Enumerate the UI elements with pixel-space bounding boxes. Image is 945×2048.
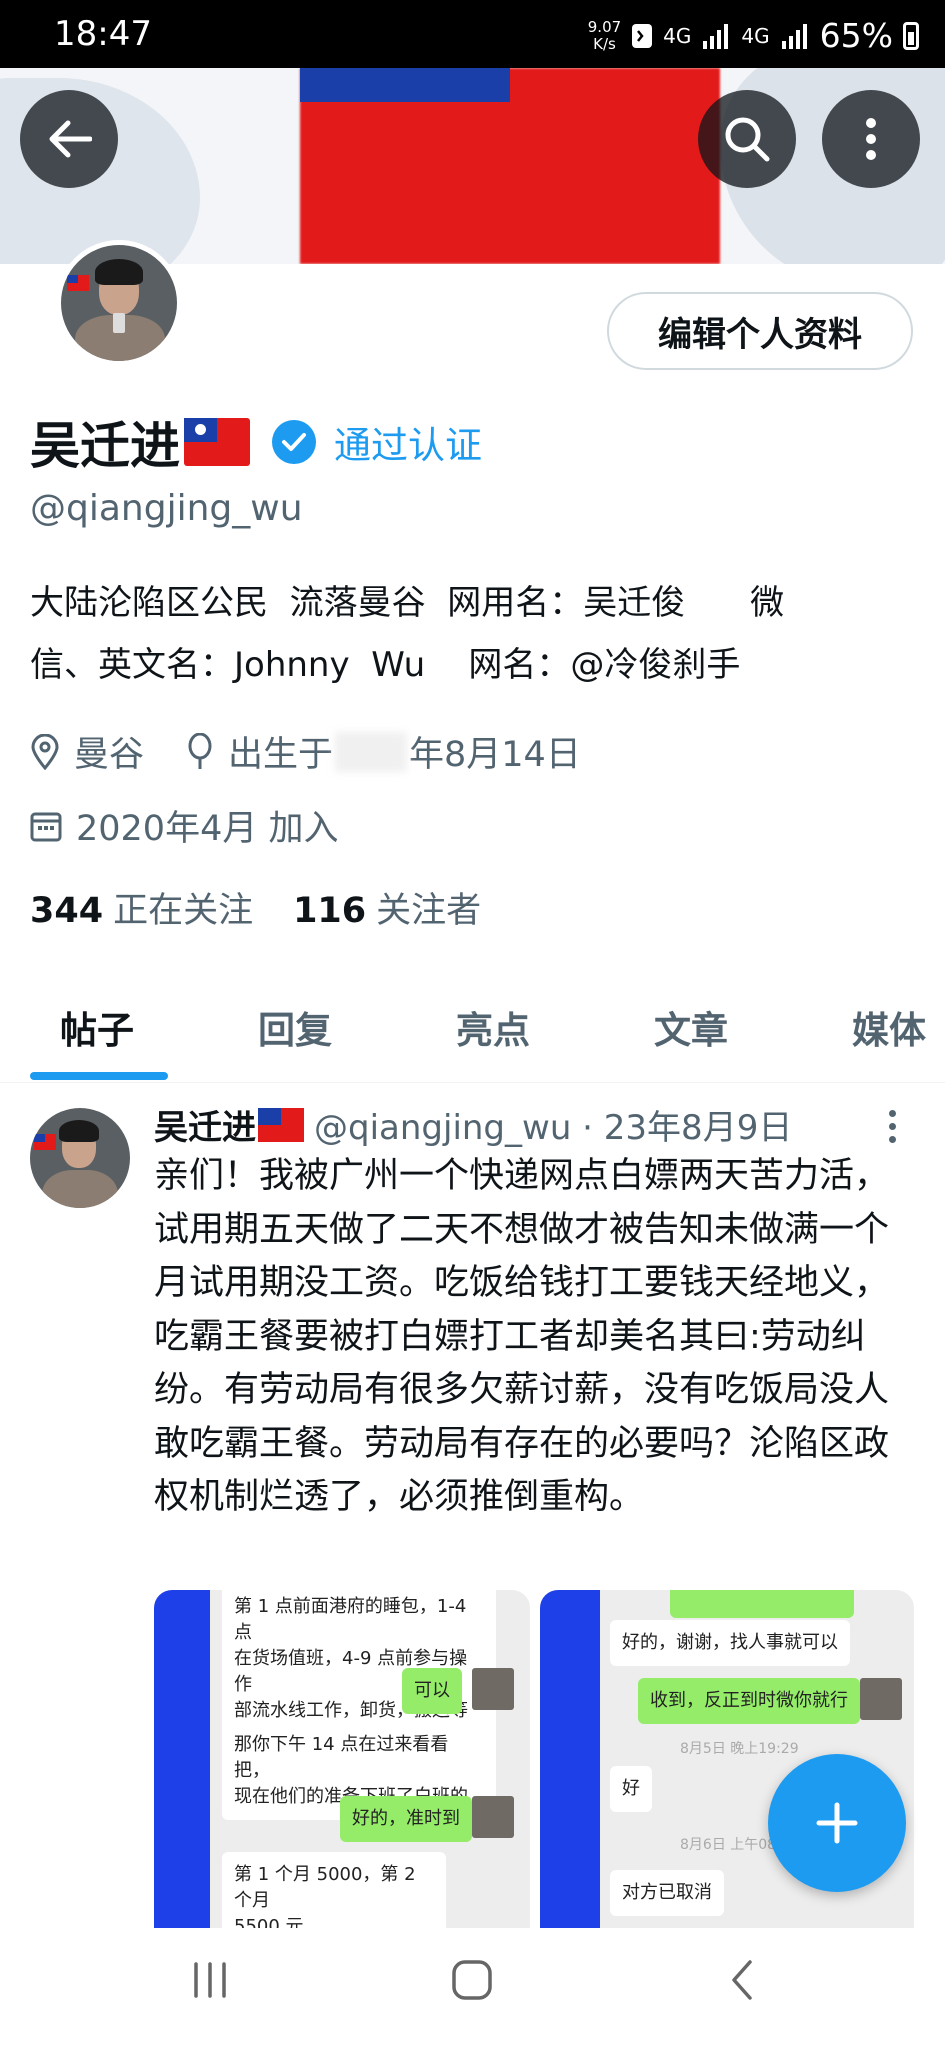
tab-media[interactable]: 媒体 <box>852 1000 926 1054</box>
system-nav-bar <box>0 1928 945 2048</box>
post-meta: @qiangjing_wu · 23年8月9日 <box>314 1108 793 1148</box>
display-name: 吴迁进 <box>30 417 180 475</box>
signal-icon <box>703 23 729 49</box>
location-pin-icon <box>31 733 59 770</box>
edit-profile-button[interactable]: 编辑个人资料 <box>607 292 913 370</box>
signal-icon-2 <box>781 23 807 49</box>
chat-bubble: 对方已取消 <box>610 1870 724 1916</box>
back-button[interactable] <box>20 90 118 188</box>
post-author-avatar[interactable] <box>30 1108 130 1208</box>
taiwan-flag-icon <box>258 1107 304 1142</box>
chat-bubble: 好 <box>610 1766 652 1812</box>
tab-articles[interactable]: 文章 <box>654 1000 728 1054</box>
following-link[interactable]: 344 正在关注 <box>30 882 253 933</box>
chat-bubble: 第 1 个月 5000，第 2 个月 5500 元 <box>222 1852 446 1928</box>
network-type-1: 4G <box>663 23 692 48</box>
compose-button[interactable] <box>768 1754 906 1892</box>
chat-bubble: 可以 <box>402 1668 462 1714</box>
following-label: 正在关注 <box>113 891 254 931</box>
redaction-strip <box>540 1590 600 1928</box>
status-icons: 9.07 K/s 4G 4G 65% <box>588 16 919 55</box>
profile-avatar[interactable] <box>56 240 182 366</box>
post-text: 亲们！我被广州一个快递网点白嫖两天苦力活，试用期五天做了二天不想做才被告知未做满… <box>154 1156 890 1517</box>
user-handle: @qiangjing_wu <box>30 488 303 529</box>
taiwan-flag-icon <box>184 418 250 466</box>
followers-link[interactable]: 116 关注者 <box>293 882 481 933</box>
tab-posts[interactable]: 帖子 <box>60 1000 134 1054</box>
post-image-left[interactable]: 第 1 点前面港府的睡包，1-4 点 在货场值班，4-9 点前参与操作 部流水线… <box>154 1590 530 1928</box>
calendar-icon <box>30 812 62 841</box>
follow-stats: 344 正在关注 116 关注者 <box>30 882 481 933</box>
chat-avatar <box>472 1796 514 1838</box>
search-icon <box>725 117 770 162</box>
arrow-left-icon <box>49 120 92 158</box>
chat-bubble-cropped <box>670 1590 854 1618</box>
more-vertical-icon <box>866 118 876 160</box>
profile-birthday: 出生于 年8月14日 <box>186 726 581 777</box>
chat-avatar <box>472 1668 514 1710</box>
battery-icon <box>903 21 919 50</box>
followers-label: 关注者 <box>376 891 482 931</box>
chat-bubble: 好的，准时到 <box>340 1796 472 1842</box>
profile-bio: 大陆沦陷区公民 流落曼谷 网用名：吴迁俊 微 信、英文名：Johnny Wu 网… <box>30 583 785 685</box>
name-row: 吴迁进 通过认证 <box>30 406 482 478</box>
battery-percent: 65% <box>819 16 893 55</box>
redacted-year <box>335 731 408 772</box>
profile-banner[interactable] <box>0 68 945 264</box>
network-speed: 9.07 K/s <box>587 17 622 53</box>
tab-highlights[interactable]: 亮点 <box>456 1000 530 1054</box>
nfc-icon <box>632 23 653 48</box>
following-count: 344 <box>30 891 104 931</box>
search-button[interactable] <box>698 90 796 188</box>
plus-icon <box>816 1802 858 1844</box>
verified-label[interactable]: 通过认证 <box>334 415 482 469</box>
balloon-icon <box>188 732 212 769</box>
banner-flag-canton <box>300 68 510 102</box>
status-bar: 18:47 9.07 K/s 4G 4G 65% <box>0 0 945 68</box>
birthday-suffix: 年8月14日 <box>409 735 581 775</box>
followers-count: 116 <box>293 891 367 931</box>
redaction-strip <box>154 1590 210 1928</box>
back-chevron-icon[interactable] <box>720 1958 764 2002</box>
recents-icon[interactable] <box>188 1958 232 2002</box>
post-more-button[interactable] <box>882 1110 902 1143</box>
chat-bubble: 好的，谢谢，找人事就可以 <box>610 1620 850 1666</box>
post-header: 吴迁进 @qiangjing_wu · 23年8月9日 <box>154 1100 792 1149</box>
joined-text: 2020年4月 加入 <box>76 809 339 849</box>
chat-timestamp: 8月5日 晚上19:29 <box>680 1741 799 1757</box>
home-icon[interactable] <box>450 1958 494 2002</box>
post-author-name[interactable]: 吴迁进 <box>154 1100 256 1149</box>
birthday-prefix: 出生于 <box>228 735 334 775</box>
profile-joined: 2020年4月 加入 <box>30 800 338 851</box>
network-type-2: 4G <box>741 23 770 48</box>
active-tab-indicator <box>30 1072 168 1080</box>
chat-bubble: 收到，反正到时微你就行 <box>638 1678 860 1724</box>
profile-location: 曼谷 <box>30 726 144 777</box>
tab-replies[interactable]: 回复 <box>258 1000 332 1054</box>
chat-avatar <box>860 1678 902 1720</box>
more-options-button[interactable] <box>822 90 920 188</box>
verified-badge-icon[interactable] <box>272 420 316 464</box>
profile-tabs: 帖子 回复 亮点 文章 媒体 <box>0 980 945 1083</box>
location-text: 曼谷 <box>74 735 145 775</box>
status-time: 18:47 <box>54 14 152 54</box>
